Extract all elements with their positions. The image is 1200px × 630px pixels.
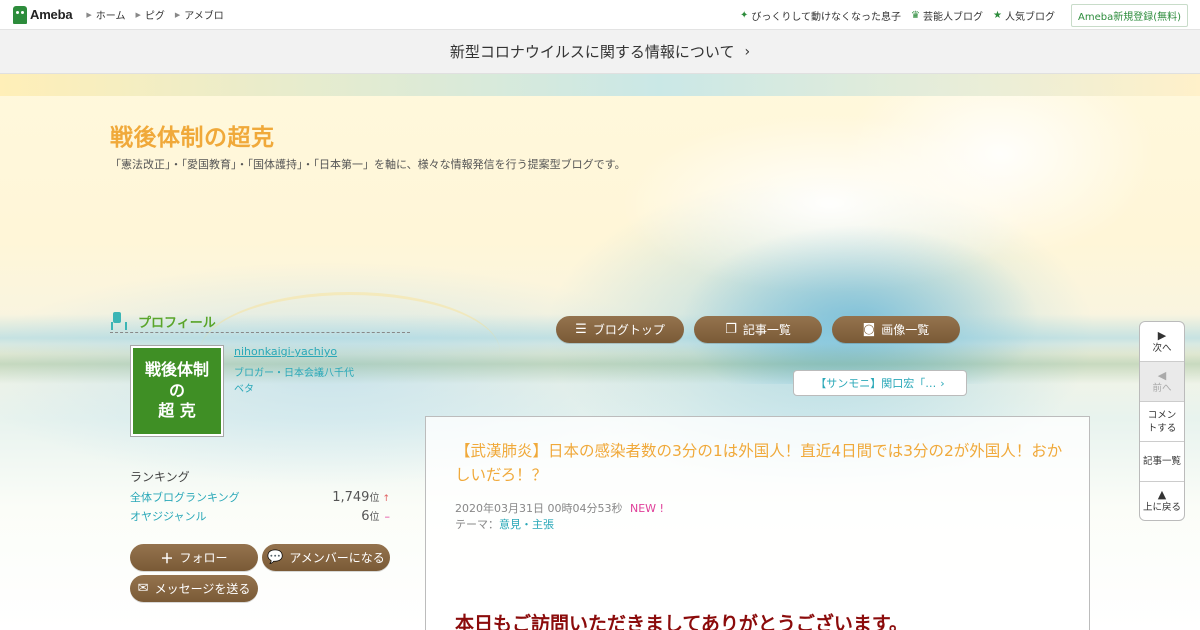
chevron-right-icon: ▶: [174, 10, 181, 19]
speech-bubble-icon: 💬: [267, 550, 284, 565]
genre-ranking-link[interactable]: オヤジジャンル: [130, 508, 206, 524]
overall-ranking-link[interactable]: 全体ブログランキング: [130, 489, 240, 505]
article-body-text: 本日もご訪問いただきましてありがとうございます。: [455, 613, 908, 630]
send-message-button[interactable]: ✉ メッセージを送る: [130, 575, 258, 602]
pager-article-list-button[interactable]: 記事一覧: [1140, 442, 1184, 482]
avatar-image: 戦後体制 の 超 克: [133, 348, 221, 434]
trending-topic-link[interactable]: ✦ びっくりして動けなくなった息子: [740, 8, 901, 23]
new-badge: NEW !: [629, 502, 664, 515]
blog-title[interactable]: 戦後体制の超克: [110, 118, 275, 152]
prev-article-button[interactable]: ◀ 前へ: [1140, 362, 1184, 402]
covid-info-banner[interactable]: 新型コロナウイルスに関する情報について ›: [0, 30, 1200, 74]
popular-blog-link[interactable]: ★ 人気ブログ: [993, 8, 1055, 23]
profile-role[interactable]: ブロガー・日本会議八千代: [234, 364, 354, 379]
article-datetime: 2020年03月31日 00時04分53秒: [455, 502, 623, 515]
play-right-icon: ▶: [1157, 328, 1167, 342]
overall-ranking-value: 1,749位 ↑: [332, 490, 390, 505]
ameba-logo[interactable]: Ameba: [13, 0, 73, 30]
profile-heading-label: プロフィール: [138, 316, 216, 331]
profile-heading: プロフィール: [110, 311, 410, 333]
crown-icon: ♛: [911, 9, 921, 21]
list-icon: ☰: [575, 322, 587, 337]
star-icon: ★: [993, 9, 1002, 21]
profile-beta-link[interactable]: ベタ: [234, 380, 254, 395]
chevron-right-icon: ▶: [135, 10, 141, 19]
avatar[interactable]: 戦後体制 の 超 克: [130, 345, 224, 437]
genre-ranking-value: 6位 –: [361, 509, 391, 524]
ameba-logo-icon: [13, 5, 27, 24]
camera-icon: ◙: [862, 322, 876, 337]
article-title[interactable]: 【武漢肺炎】日本の感染者数の3分の1は外国人！直近4日間では3分の2が外国人！お…: [455, 439, 1065, 487]
sparkle-icon: ✦: [739, 9, 749, 21]
article-card: 【武漢肺炎】日本の感染者数の3分の1は外国人！直近4日間では3分の2が外国人！お…: [425, 416, 1090, 630]
chair-icon: [110, 311, 127, 332]
previous-article-link[interactable]: 【サンモニ】関口宏「… ›: [793, 370, 967, 396]
covid-info-text: 新型コロナウイルスに関する情報について: [449, 43, 735, 61]
image-list-button[interactable]: ◙ 画像一覧: [832, 316, 960, 343]
logo-text: Ameba: [30, 7, 73, 22]
ranking-row: 全体ブログランキング 1,749位 ↑: [130, 489, 390, 508]
chevron-right-icon: ›: [744, 43, 751, 60]
nav-ameblo-link[interactable]: ▶ アメブロ: [174, 7, 224, 23]
article-meta: 2020年03月31日 00時04分53秒 NEW !: [455, 500, 664, 516]
header-nav-left: ▶ ホーム ▶ ピグ ▶ アメブロ: [86, 7, 224, 23]
plus-icon: ＋: [160, 552, 174, 567]
header-decoration: [0, 74, 1200, 96]
amember-button[interactable]: 💬 アメンバーになる: [262, 544, 390, 571]
nav-pigg-link[interactable]: ▶ ピグ: [135, 7, 164, 23]
floating-pager: ▶ 次へ ◀ 前へ コメントする 記事一覧 ▲ 上に戻る: [1139, 321, 1185, 521]
article-theme-link[interactable]: 意見・主張: [499, 518, 554, 531]
ranking-row: オヤジジャンル 6位 –: [130, 508, 390, 527]
nav-home-link[interactable]: ▶ ホーム: [86, 7, 125, 23]
ranking-title: ランキング: [130, 470, 190, 484]
trend-flat-icon: –: [384, 510, 391, 523]
blog-top-button[interactable]: ☰ ブログトップ: [556, 316, 684, 343]
arrow-up-icon: ▲: [1157, 488, 1167, 501]
trend-up-icon: ↑: [382, 494, 390, 504]
global-header: Ameba ▶ ホーム ▶ ピグ ▶ アメブロ ✦ びっくりして動けなくなった息子 ♛ 芸…: [0, 0, 1200, 30]
chevron-right-icon: ›: [940, 376, 945, 390]
envelope-icon: ✉: [137, 581, 149, 596]
copy-icon: ❐: [725, 322, 737, 337]
article-list-button[interactable]: ❐ 記事一覧: [694, 316, 822, 343]
profile-username-link[interactable]: nihonkaigi-yachiyo: [234, 345, 337, 358]
comment-button[interactable]: コメントする: [1140, 402, 1184, 442]
article-theme: テーマ：意見・主張: [455, 518, 554, 531]
next-article-button[interactable]: ▶ 次へ: [1140, 322, 1184, 362]
header-nav-right: ✦ びっくりして動けなくなった息子 ♛ 芸能人ブログ ★ 人気ブログ Ameba新規登…: [740, 0, 1188, 30]
ranking-panel: ランキング 全体ブログランキング 1,749位 ↑ オヤジジャンル 6位 –: [130, 468, 390, 527]
chevron-right-icon: ▶: [86, 10, 92, 19]
follow-button[interactable]: ＋ フォロー: [130, 544, 258, 571]
blog-description: 「憲法改正」・「愛国教育」・「国体護持」・「日本第一」を軸に、様々な情報発信を行…: [110, 158, 626, 171]
back-to-top-button[interactable]: ▲ 上に戻る: [1140, 482, 1184, 520]
play-left-icon: ◀: [1157, 368, 1167, 382]
register-button[interactable]: Ameba新規登録(無料): [1070, 3, 1188, 27]
celebrity-blog-link[interactable]: ♛ 芸能人ブログ: [911, 8, 983, 23]
